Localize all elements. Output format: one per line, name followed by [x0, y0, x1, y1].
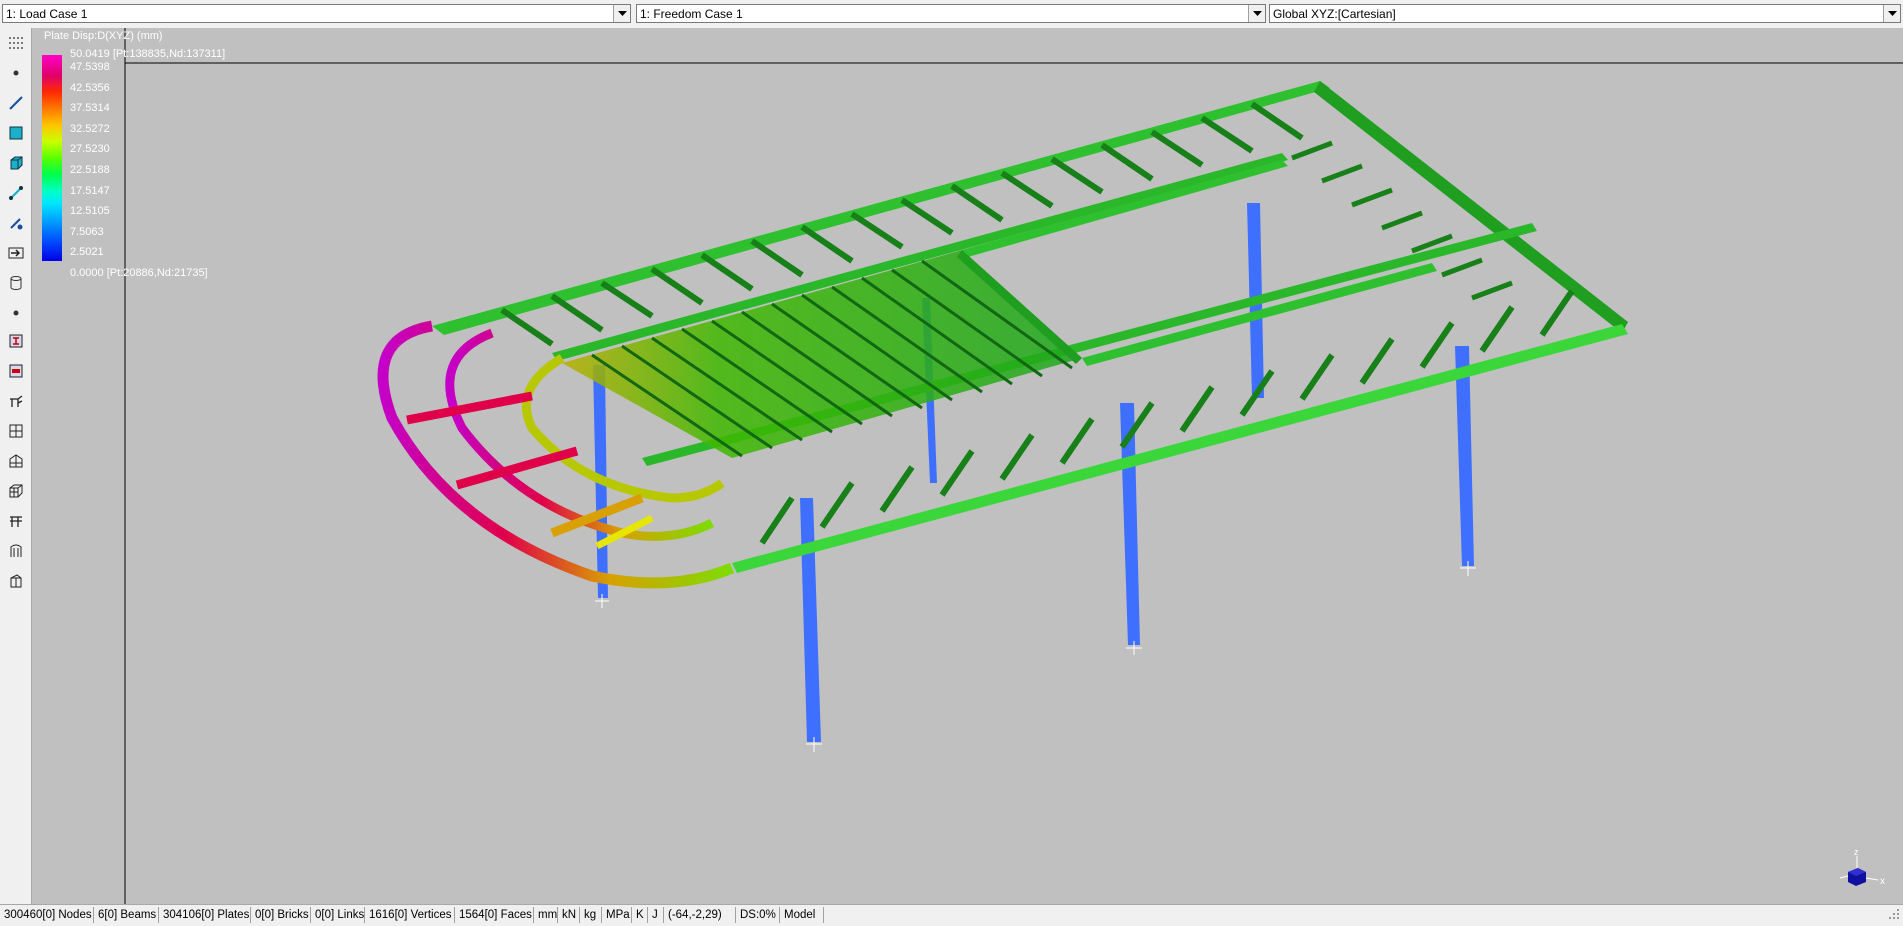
structure-icon[interactable]	[5, 390, 27, 412]
portal-icon[interactable]	[5, 510, 27, 532]
status-unit-mass: kg	[580, 907, 602, 923]
status-bar: 300460[0] Nodes 6[0] Beams 304106[0] Pla…	[0, 904, 1903, 926]
status-unit-energy: J	[648, 907, 664, 923]
chevron-down-icon[interactable]	[613, 5, 630, 22]
freedom-case-select[interactable]: 1: Freedom Case 1	[636, 4, 1266, 23]
section-icon[interactable]	[5, 330, 27, 352]
chevron-down-icon[interactable]	[1883, 5, 1900, 22]
legend-value: 22.5188	[70, 164, 110, 176]
axis-triad-icon: z x	[1839, 848, 1885, 887]
model-view-canvas	[124, 28, 1903, 904]
beam-icon[interactable]	[5, 92, 27, 114]
status-beams: 6[0] Beams	[94, 907, 159, 923]
legend-value: 7.5063	[70, 226, 104, 238]
coordinate-system-select[interactable]: Global XYZ:[Cartesian]	[1269, 4, 1901, 23]
status-mode: Model	[780, 907, 824, 923]
point-icon[interactable]	[5, 302, 27, 324]
plate-icon[interactable]	[5, 122, 27, 144]
status-faces: 1564[0] Faces	[455, 907, 534, 923]
axis-x-label: x	[1880, 876, 1885, 887]
load-case-select[interactable]: 1: Load Case 1	[2, 4, 631, 23]
status-unit-stress: MPa	[602, 907, 632, 923]
left-toolbar	[0, 28, 32, 904]
status-unit-length: mm	[534, 907, 558, 923]
legend-value: 2.5021	[70, 246, 104, 258]
legend-value: 17.5147	[70, 185, 110, 197]
attribute-icon[interactable]	[5, 212, 27, 234]
frame-icon[interactable]	[5, 450, 27, 472]
legend-color-bar	[42, 55, 62, 261]
brick-icon[interactable]	[5, 152, 27, 174]
status-unit-temp: K	[632, 907, 648, 923]
status-plates: 304106[0] Plates	[159, 907, 251, 923]
legend-value: 12.5105	[70, 205, 110, 217]
link-icon[interactable]	[5, 182, 27, 204]
status-bricks: 0[0] Bricks	[251, 907, 311, 923]
legend-value: 47.5398	[70, 61, 110, 73]
chevron-down-icon[interactable]	[1248, 5, 1265, 22]
deck-frame	[432, 81, 1628, 573]
model-viewport[interactable]: Plate Disp:D(XYZ) (mm) 50.0419 [Pt:13883…	[32, 28, 1903, 904]
status-links: 0[0] Links	[311, 907, 365, 923]
support-columns	[593, 203, 1474, 742]
load-icon[interactable]	[5, 242, 27, 264]
surface-icon[interactable]	[5, 570, 27, 592]
shell-icon[interactable]	[5, 540, 27, 562]
coordinate-system-value: Global XYZ:[Cartesian]	[1273, 7, 1396, 21]
top-toolbar: 1: Load Case 1 1: Freedom Case 1 Global …	[0, 0, 1903, 29]
grid-dots-icon[interactable]	[5, 32, 27, 54]
load-case-value: 1: Load Case 1	[6, 7, 88, 21]
status-ds: DS:0%	[736, 907, 780, 923]
status-unit-force: kN	[558, 907, 580, 923]
legend-value: 42.5356	[70, 82, 110, 94]
status-nodes: 300460[0] Nodes	[0, 907, 94, 923]
legend-value: 27.5230	[70, 143, 110, 155]
legend-max-label: 50.0419 [Pt:138835,Nd:137311]	[70, 48, 226, 60]
support-markers	[595, 561, 1476, 752]
mesh-grid-icon[interactable]	[5, 420, 27, 442]
node-icon[interactable]	[5, 62, 27, 84]
axis-z-label: z	[1854, 848, 1859, 857]
legend-value: 37.5314	[70, 102, 110, 114]
status-cursor-coords: (-64,-2,29)	[664, 907, 736, 923]
legend-value: 32.5272	[70, 123, 110, 135]
legend-title: Plate Disp:D(XYZ) (mm)	[44, 30, 163, 42]
beam-section-icon[interactable]	[5, 360, 27, 382]
cube-mesh-icon[interactable]	[5, 480, 27, 502]
status-vertices: 1616[0] Vertices	[365, 907, 455, 923]
cylinder-icon[interactable]	[5, 272, 27, 294]
legend-min-label: 0.0000 [Pt:20886,Nd:21735]	[70, 267, 208, 279]
resize-grip-icon[interactable]	[1887, 907, 1901, 921]
freedom-case-value: 1: Freedom Case 1	[640, 7, 743, 21]
